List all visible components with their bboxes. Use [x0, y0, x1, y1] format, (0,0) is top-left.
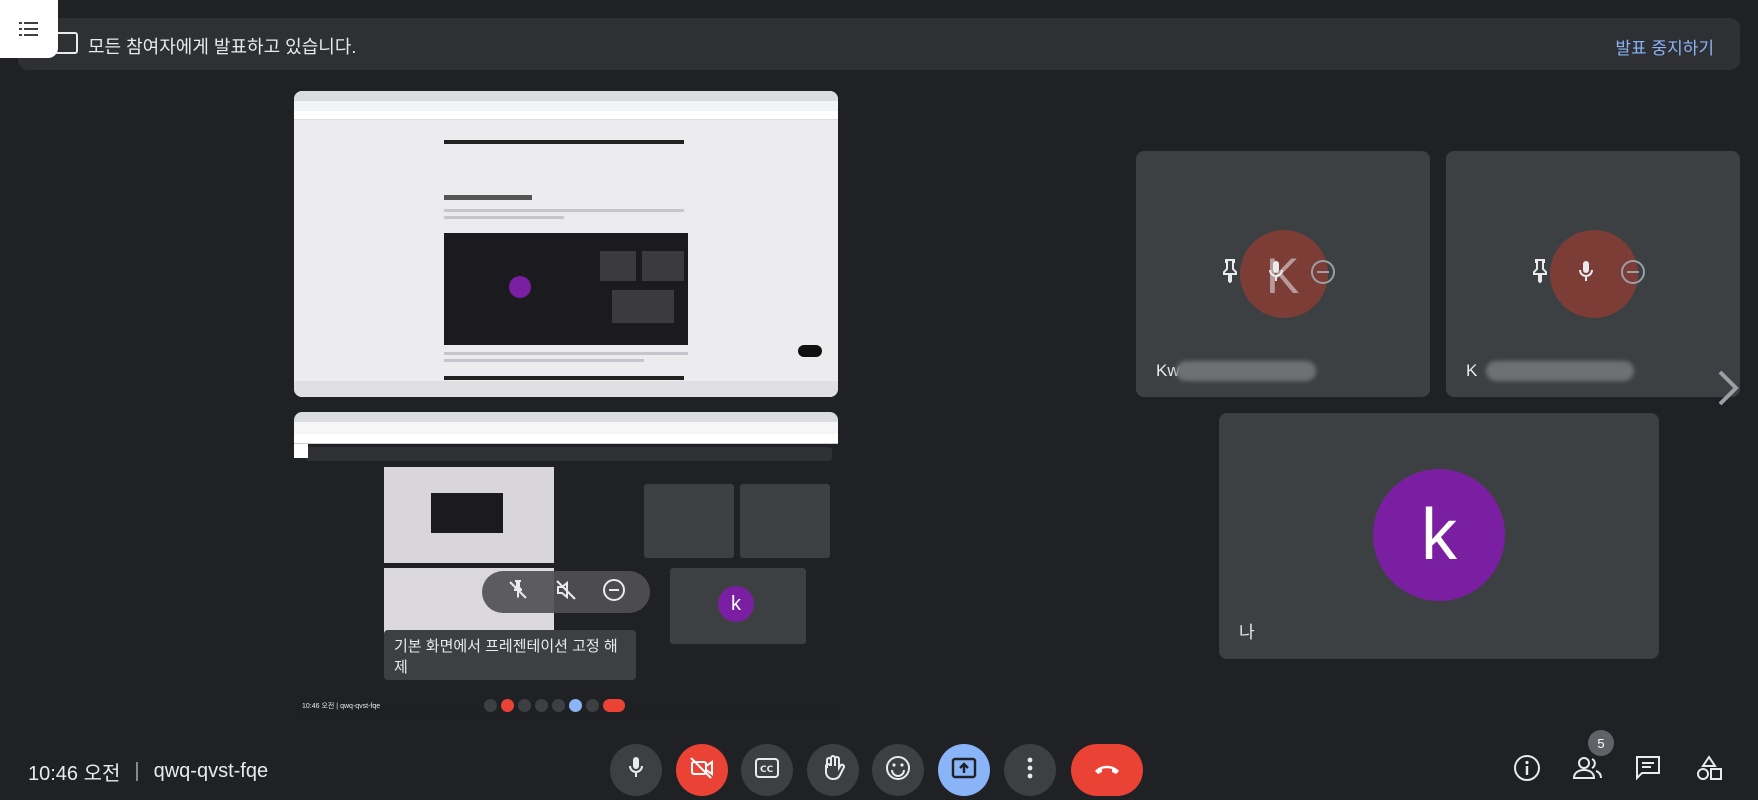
unpin-icon[interactable] — [506, 578, 530, 607]
presenting-banner: 모든 참여자에게 발표하고 있습니다. 발표 중지하기 — [18, 18, 1740, 70]
shared-screen-tile[interactable] — [294, 91, 838, 397]
participant-tile-2[interactable]: K — [1446, 151, 1740, 397]
doc-text-line — [444, 359, 644, 362]
nested-browser-bookmarks — [294, 434, 838, 444]
unpin-tooltip: 기본 화면에서 프레젠테이션 고정 해제 — [384, 630, 636, 680]
doc-text-line — [444, 209, 684, 212]
meeting-code: qwq-qvst-fqe — [153, 760, 269, 782]
raise-hand-icon — [820, 754, 846, 787]
mini-taskbar — [294, 381, 838, 397]
meeting-info: 10:46 오전 | qwq-qvst-fqe — [28, 757, 268, 786]
remove-icon[interactable] — [602, 578, 626, 607]
nested-more-button — [586, 699, 599, 712]
captions-icon: CC — [754, 757, 780, 784]
mini-document-page — [294, 120, 838, 381]
nested-bottom-bar: 10:46 오전 | qwq-qvst-fqe — [294, 696, 838, 718]
more-options-icon — [1026, 756, 1034, 785]
nested-self-avatar: k — [718, 586, 754, 622]
more-options-button[interactable] — [1004, 744, 1056, 796]
end-call-icon — [1092, 761, 1122, 780]
nested-browser-tabs — [294, 412, 838, 422]
pin-icon[interactable] — [1218, 259, 1242, 290]
nested-participant-tile — [644, 484, 734, 558]
participant-hover-controls — [1218, 259, 1336, 290]
chat-button[interactable] — [1632, 754, 1664, 786]
chat-icon — [1634, 754, 1662, 787]
nested-captions-button — [518, 699, 531, 712]
self-avatar: k — [1373, 469, 1505, 601]
captions-button[interactable]: CC — [741, 744, 793, 796]
nested-mic-button — [484, 699, 497, 712]
mini-browser-bookmarks — [294, 111, 838, 120]
mini-browser-url-bar — [294, 101, 838, 111]
chevron-right-icon[interactable] — [1712, 366, 1742, 410]
nested-share-content — [431, 493, 503, 533]
mic-button[interactable] — [610, 744, 662, 796]
mini-tile — [642, 251, 684, 281]
mini-avatar — [509, 276, 531, 298]
end-call-button[interactable] — [1071, 744, 1143, 796]
nested-present-button — [569, 699, 582, 712]
menu-list-icon[interactable] — [0, 0, 58, 58]
people-button[interactable] — [1572, 754, 1604, 786]
mini-publish-button — [798, 345, 822, 357]
nested-self-tile: k — [670, 568, 806, 644]
mute-icon[interactable] — [554, 578, 578, 607]
separator: | — [134, 760, 140, 782]
activities-button[interactable] — [1693, 754, 1725, 786]
nested-meet-view: k 기본 화면에서 프레젠테이션 고정 해제 — [294, 444, 838, 702]
preview-hover-controls[interactable] — [482, 571, 650, 613]
present-now-icon — [951, 757, 977, 784]
nested-camera-button — [501, 699, 514, 712]
current-time: 10:46 오전 — [28, 763, 121, 785]
info-button[interactable] — [1511, 754, 1543, 786]
nested-presenting-banner — [306, 447, 832, 461]
presenting-banner-text: 모든 참여자에게 발표하고 있습니다. — [88, 37, 357, 57]
remove-icon[interactable] — [1310, 259, 1336, 290]
nested-hand-button — [535, 699, 548, 712]
pin-icon[interactable] — [1528, 259, 1552, 290]
camera-button[interactable] — [676, 744, 728, 796]
emoji-button[interactable] — [872, 744, 924, 796]
doc-embedded-screenshot — [444, 233, 688, 345]
nested-emoji-button — [552, 699, 565, 712]
nested-participant-tile — [740, 484, 830, 558]
stop-presenting-button[interactable]: 발표 중지하기 — [1615, 34, 1714, 59]
self-name: 나 — [1239, 623, 1255, 642]
info-icon — [1513, 754, 1541, 787]
remove-icon[interactable] — [1620, 259, 1646, 290]
present-now-button[interactable] — [938, 744, 990, 796]
mini-browser-tabs — [294, 91, 838, 101]
doc-text-line — [444, 352, 688, 355]
camera-off-icon — [689, 756, 715, 785]
mini-tile — [600, 251, 636, 281]
mic-icon[interactable] — [1264, 259, 1288, 290]
doc-text-line — [444, 216, 564, 219]
doc-divider — [444, 140, 684, 144]
obscured-name-redaction — [1176, 361, 1316, 381]
doc-divider — [444, 376, 684, 380]
nested-time-and-code: 10:46 오전 | qwq-qvst-fqe — [302, 703, 381, 710]
nested-end-call-button — [603, 699, 625, 712]
emoji-icon — [885, 755, 911, 786]
obscured-name-redaction — [1486, 361, 1634, 381]
participant-count-badge: 5 — [1588, 730, 1614, 756]
nested-share-tile — [384, 467, 554, 563]
mic-icon[interactable] — [1574, 259, 1598, 290]
nested-controls — [484, 699, 625, 712]
doc-heading — [444, 195, 532, 200]
participant-name: K — [1466, 361, 1478, 380]
mini-tile — [612, 290, 674, 323]
nested-menu-icon — [294, 444, 308, 458]
participant-tile-1[interactable]: K Kw — [1136, 151, 1430, 397]
participant-hover-controls — [1528, 259, 1646, 290]
activities-icon — [1695, 754, 1723, 787]
svg-text:CC: CC — [760, 765, 774, 775]
shared-screen-preview-tile[interactable]: k 기본 화면에서 프레젠테이션 고정 해제 10:46 오전 | qwq-qv… — [294, 412, 838, 718]
raise-hand-button[interactable] — [807, 744, 859, 796]
nested-browser-url-bar — [294, 422, 838, 434]
self-tile[interactable]: k 나 — [1219, 413, 1659, 659]
people-icon — [1572, 756, 1603, 785]
mic-icon — [624, 755, 648, 786]
